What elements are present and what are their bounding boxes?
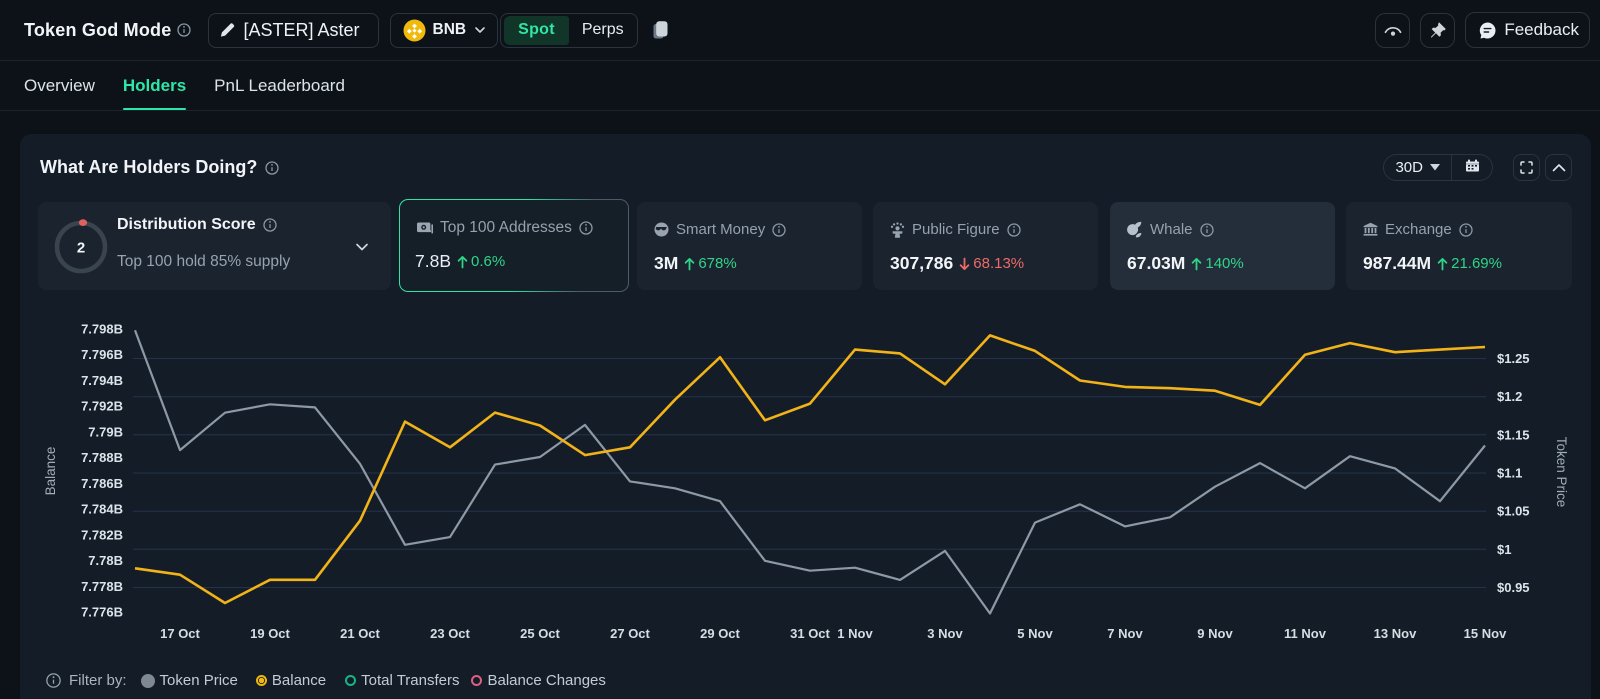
svg-text:5 Nov: 5 Nov xyxy=(1017,626,1053,640)
svg-text:3 Nov: 3 Nov xyxy=(927,626,963,640)
svg-text:$1.2: $1.2 xyxy=(1497,389,1522,404)
svg-text:15 Nov: 15 Nov xyxy=(1464,626,1507,640)
svg-text:7.792B: 7.792B xyxy=(81,399,123,414)
svg-text:$1: $1 xyxy=(1497,542,1511,557)
svg-text:7.788B: 7.788B xyxy=(81,450,123,465)
svg-text:23 Oct: 23 Oct xyxy=(430,626,470,640)
svg-text:29 Oct: 29 Oct xyxy=(700,626,740,640)
svg-text:7.79B: 7.79B xyxy=(88,424,123,439)
svg-text:7.798B: 7.798B xyxy=(81,322,123,337)
svg-text:27 Oct: 27 Oct xyxy=(610,626,650,640)
svg-text:7.782B: 7.782B xyxy=(81,527,123,542)
svg-text:7.776B: 7.776B xyxy=(81,605,123,620)
svg-text:1 Nov: 1 Nov xyxy=(837,626,873,640)
svg-text:$1.05: $1.05 xyxy=(1497,504,1530,519)
svg-text:13 Nov: 13 Nov xyxy=(1374,626,1417,640)
svg-text:Balance: Balance xyxy=(43,447,58,496)
svg-text:$0.95: $0.95 xyxy=(1497,580,1530,595)
svg-text:9 Nov: 9 Nov xyxy=(1197,626,1233,640)
svg-text:Token Price: Token Price xyxy=(1554,437,1569,508)
svg-text:7.796B: 7.796B xyxy=(81,347,123,362)
svg-text:7.78B: 7.78B xyxy=(88,553,123,568)
svg-text:19 Oct: 19 Oct xyxy=(250,626,290,640)
svg-text:21 Oct: 21 Oct xyxy=(340,626,380,640)
svg-text:$1.25: $1.25 xyxy=(1497,351,1530,366)
svg-text:25 Oct: 25 Oct xyxy=(520,626,560,640)
svg-text:7.786B: 7.786B xyxy=(81,476,123,491)
svg-text:17 Oct: 17 Oct xyxy=(160,626,200,640)
svg-text:7.794B: 7.794B xyxy=(81,373,123,388)
svg-text:$1.1: $1.1 xyxy=(1497,466,1522,481)
svg-text:2: 2 xyxy=(77,240,85,257)
svg-text:$1.15: $1.15 xyxy=(1497,427,1530,442)
svg-text:11 Nov: 11 Nov xyxy=(1284,626,1327,640)
svg-text:7 Nov: 7 Nov xyxy=(1107,626,1143,640)
svg-text:7.778B: 7.778B xyxy=(81,579,123,594)
svg-text:31 Oct: 31 Oct xyxy=(790,626,830,640)
svg-text:7.784B: 7.784B xyxy=(81,502,123,517)
